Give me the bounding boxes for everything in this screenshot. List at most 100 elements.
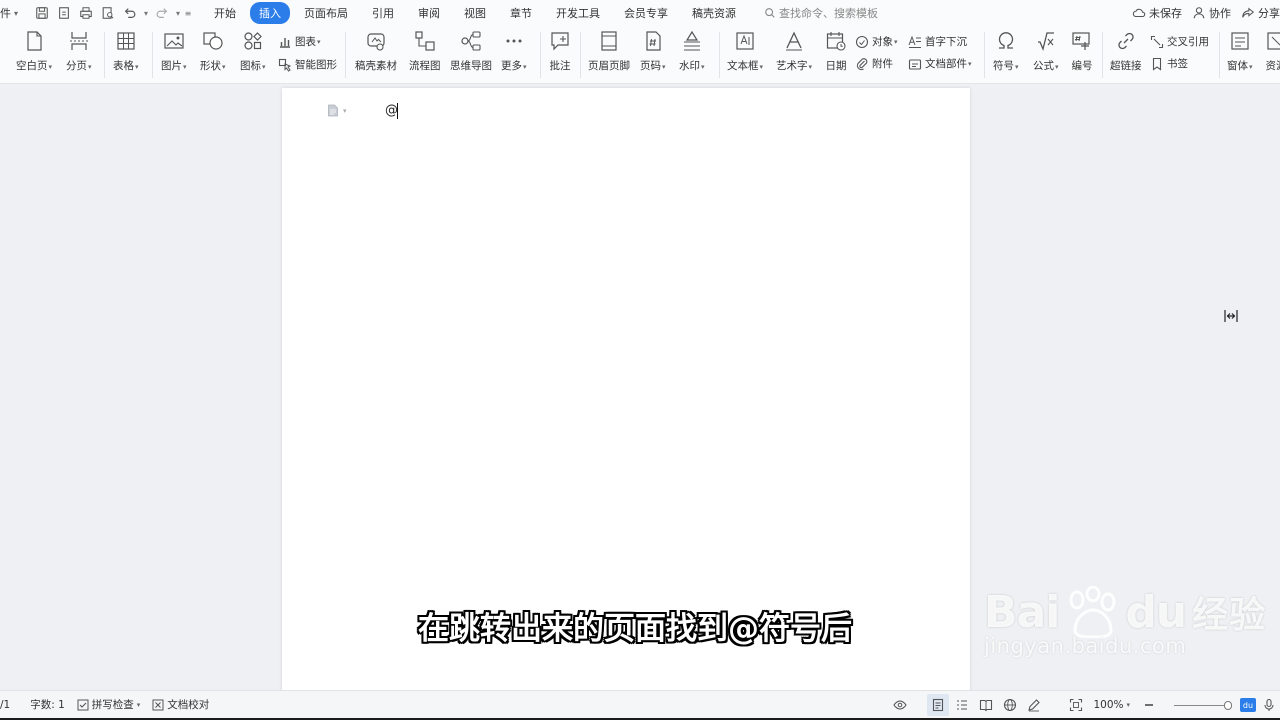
print-preview-icon[interactable] xyxy=(98,3,118,23)
comment-button[interactable]: 批注 xyxy=(549,30,571,73)
tab-home[interactable]: 开始 xyxy=(204,2,246,24)
doc-proof-button[interactable]: 文档校对 xyxy=(152,697,209,712)
omega-icon xyxy=(998,32,1013,49)
paw-icon xyxy=(1069,586,1116,638)
more-button[interactable]: 更多▾ xyxy=(501,30,527,73)
tab-developer[interactable]: 开发工具 xyxy=(546,2,610,24)
command-search[interactable]: 查找命令、搜索模板 xyxy=(764,5,878,21)
video-caption: 在跳转出来的页面找到@符号后 xyxy=(418,611,852,647)
flowchart-button[interactable]: 流程图 xyxy=(409,30,441,73)
chevron-down-icon[interactable]: ▾ xyxy=(174,9,182,18)
menu-bar: 件 ▾ ▾ ▾ ≡ 开始 插入 页面布局 引用 审阅 视图 章节 开发工具 会员… xyxy=(0,0,1280,26)
more-icon xyxy=(506,39,522,43)
numbering-icon xyxy=(1072,32,1090,50)
textbox-icon xyxy=(736,32,754,50)
eye-protection-icon[interactable] xyxy=(889,694,911,716)
watermark-icon xyxy=(683,30,700,51)
chart-button[interactable]: 图表 ▾ xyxy=(278,34,321,49)
smart-art-icon xyxy=(278,58,292,72)
share-button[interactable]: 分享 xyxy=(1241,5,1280,21)
status-bar: /1 字数: 1 拼写检查 ▾ 文档校对 100% ▾ du xyxy=(0,690,1280,718)
object-button[interactable]: 对象 ▾ xyxy=(855,34,898,49)
unsaved-status[interactable]: 未保存 xyxy=(1132,5,1182,21)
page-break-button[interactable]: 分页▾ xyxy=(66,30,92,73)
tab-resources[interactable]: 稿壳资源 xyxy=(682,2,746,24)
table-button[interactable]: 表格▾ xyxy=(113,30,139,73)
customize-toolbar-icon[interactable]: ≡ xyxy=(184,9,192,18)
web-view-icon[interactable] xyxy=(999,694,1021,716)
file-menu[interactable]: 件 ▾ xyxy=(0,5,24,21)
symbol-button[interactable]: 符号▾ xyxy=(993,30,1019,73)
tab-references[interactable]: 引用 xyxy=(362,2,404,24)
outline-view-icon[interactable] xyxy=(951,694,973,716)
ribbon-insert: ▾ 空白页▾ 分页▾ 表格▾ 图片▾ 形状▾ 图标▾ 图表▾ 智能图形 稿壳素材 xyxy=(0,26,1280,84)
numbering-button[interactable]: 编号 xyxy=(1071,30,1093,73)
export-pdf-icon[interactable] xyxy=(54,3,74,23)
zoom-out-icon[interactable] xyxy=(1138,694,1160,716)
form-button[interactable]: 窗体▾ xyxy=(1227,30,1253,73)
dropcap-button[interactable]: 首字下沉 xyxy=(908,34,967,49)
tab-review[interactable]: 审阅 xyxy=(408,2,450,24)
zoom-slider[interactable] xyxy=(1174,700,1232,710)
collaborate-button[interactable]: 协作 xyxy=(1192,5,1231,21)
doc-parts-button[interactable]: 文档部件 ▾ xyxy=(908,56,972,71)
blank-page-button[interactable]: 空白页▾ xyxy=(16,30,52,73)
cross-ref-button[interactable]: 交叉引用 xyxy=(1150,34,1209,49)
wordart-button[interactable]: 艺术字▾ xyxy=(776,30,812,73)
mindmap-button[interactable]: 思维导图 xyxy=(450,30,492,73)
print-icon[interactable] xyxy=(76,3,96,23)
object-icon xyxy=(855,35,869,48)
zoom-slider-handle[interactable] xyxy=(1224,700,1232,710)
page-number-button[interactable]: 页码▾ xyxy=(640,30,666,73)
checkbox-icon xyxy=(77,699,89,710)
zoom-level[interactable]: 100% ▾ xyxy=(1093,699,1130,711)
spell-check-button[interactable]: 拼写检查 ▾ xyxy=(77,697,140,712)
page-number-icon xyxy=(646,31,661,51)
formula-button[interactable]: 公式▾ xyxy=(1033,30,1059,73)
page-break-icon xyxy=(69,32,88,50)
shape-button[interactable]: 形状▾ xyxy=(200,30,226,73)
attachment-button[interactable]: 附件 xyxy=(855,56,893,71)
page-indicator[interactable]: /1 xyxy=(0,699,10,711)
ribbon-separator xyxy=(540,32,541,78)
chevron-down-icon: ▾ xyxy=(343,106,347,115)
ribbon-separator xyxy=(345,32,346,78)
du-badge[interactable]: du xyxy=(1240,698,1256,712)
reading-view-icon[interactable] xyxy=(975,694,997,716)
cross-ref-icon xyxy=(1150,35,1164,48)
watermark-button[interactable]: 水印▾ xyxy=(679,30,705,73)
picture-icon xyxy=(164,33,184,49)
link-icon xyxy=(1118,32,1134,50)
tab-view[interactable]: 视图 xyxy=(454,2,496,24)
save-icon[interactable] xyxy=(32,3,52,23)
header-footer-button[interactable]: 页眉页脚 xyxy=(588,30,630,73)
word-count[interactable]: 字数: 1 xyxy=(30,697,65,712)
chevron-down-icon[interactable]: ▾ xyxy=(142,9,150,18)
picture-button[interactable]: 图片▾ xyxy=(161,30,187,73)
paperclip-icon xyxy=(856,57,868,70)
redo-icon[interactable] xyxy=(152,3,172,23)
microphone-icon[interactable] xyxy=(1258,694,1280,716)
tab-section[interactable]: 章节 xyxy=(500,2,542,24)
tab-insert[interactable]: 插入 xyxy=(250,2,290,24)
paragraph-options[interactable]: ▾ xyxy=(327,104,347,117)
bookmark-button[interactable]: 书签 xyxy=(1150,56,1188,71)
date-button[interactable]: 日期 xyxy=(825,30,847,73)
tab-page-layout[interactable]: 页面布局 xyxy=(294,2,358,24)
pen-icon[interactable] xyxy=(1023,694,1045,716)
textbox-button[interactable]: 文本框▾ xyxy=(727,30,763,73)
hyperlink-button[interactable]: 超链接 xyxy=(1110,30,1142,73)
ribbon-separator xyxy=(580,32,581,78)
text-caret xyxy=(397,103,398,119)
tab-member[interactable]: 会员专享 xyxy=(614,2,678,24)
resource-button[interactable]: 资源 xyxy=(1265,30,1280,73)
icon-library-button[interactable]: 图标▾ xyxy=(240,30,266,73)
materials-button[interactable]: 稿壳素材 xyxy=(355,30,397,73)
shape-icon xyxy=(203,32,223,50)
smart-art-button[interactable]: 智能图形 xyxy=(278,57,337,72)
baidu-logo: Bai du 经验 xyxy=(984,586,1267,638)
undo-icon[interactable] xyxy=(120,3,140,23)
page-view-icon[interactable] xyxy=(927,694,950,716)
header-footer-icon xyxy=(601,31,617,51)
fit-page-icon[interactable] xyxy=(1065,694,1087,716)
